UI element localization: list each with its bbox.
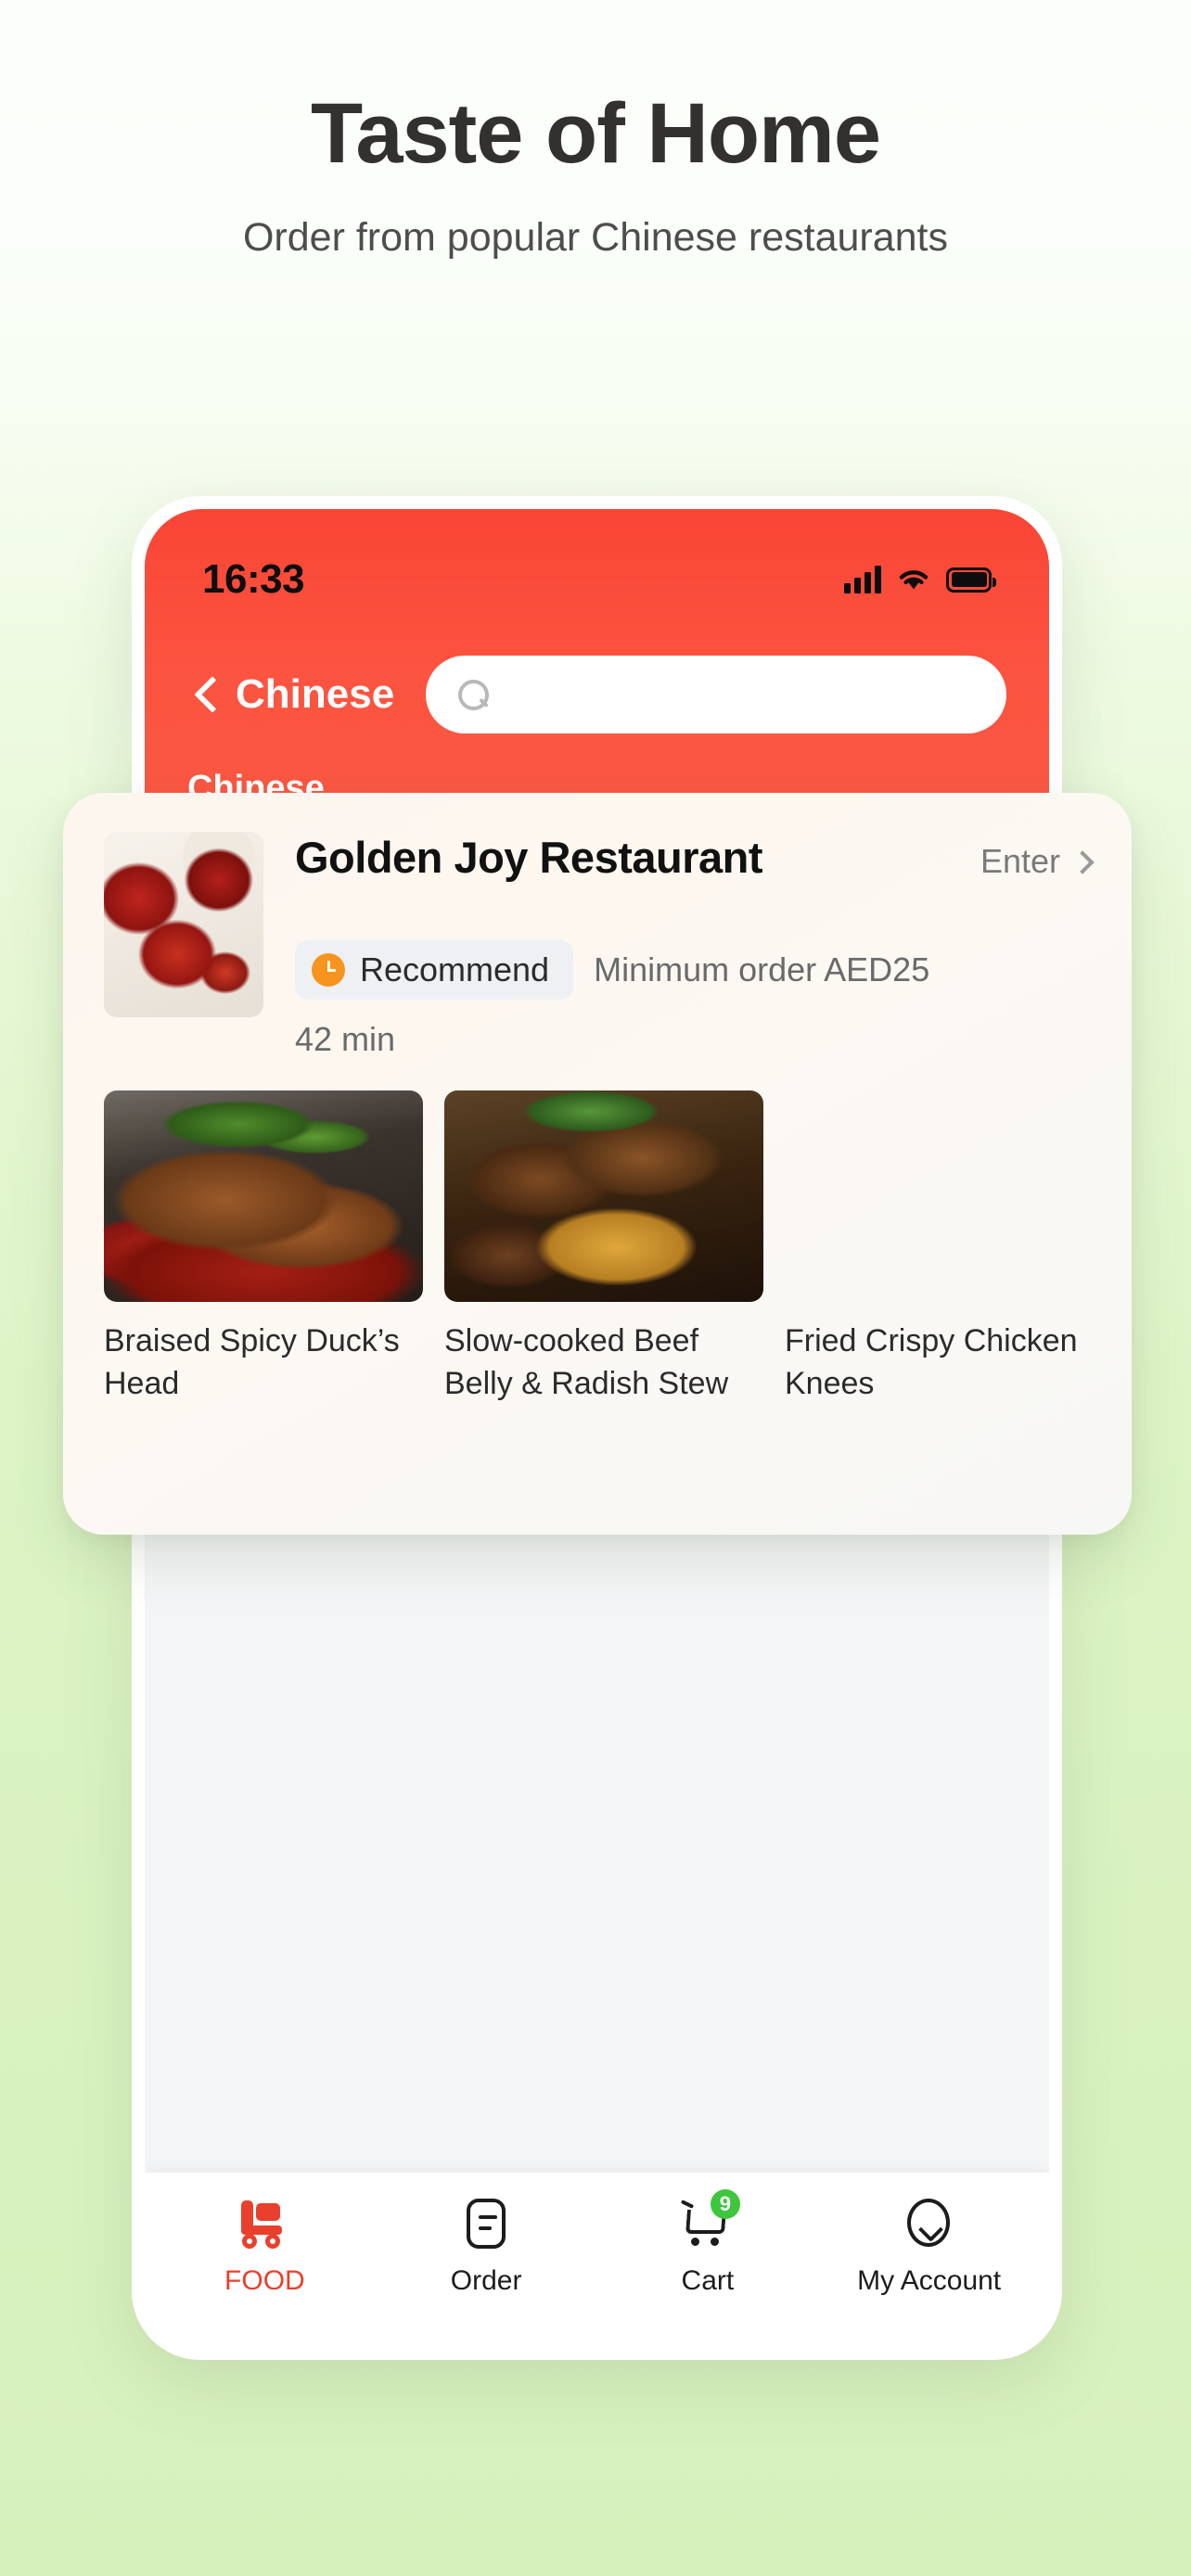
preview-minimum-order: Minimum order AED25 — [594, 950, 930, 988]
hero-section: Taste of Home Order from popular Chinese… — [0, 0, 1191, 261]
preview-title-row: Golden Joy Restaurant Enter — [295, 832, 1091, 883]
preview-duration: 42 min — [295, 1020, 396, 1058]
tab-order[interactable]: Order — [376, 2173, 597, 2319]
preview-header: Golden Joy Restaurant Enter Recommend Mi… — [104, 832, 1091, 1059]
page-title: Taste of Home — [310, 86, 881, 181]
enter-button[interactable]: Enter — [980, 842, 1091, 881]
page-subtitle: Order from popular Chinese restaurants — [242, 215, 949, 261]
preview-thumbnail — [104, 832, 263, 1017]
tab-cart[interactable]: 9 Cart — [597, 2173, 819, 2319]
tab-food-label: FOOD — [224, 2265, 305, 2296]
recommend-badge: Recommend — [295, 940, 574, 1000]
enter-button-label: Enter — [980, 842, 1060, 880]
chevron-right-icon — [1072, 852, 1091, 871]
dish-item[interactable]: Braised Spicy Duck’s Head — [104, 1090, 423, 1406]
status-icons — [844, 566, 996, 593]
clock-icon — [312, 953, 345, 987]
dish-list: Braised Spicy Duck’s Head Slow-cooked Be… — [104, 1090, 1091, 1406]
tab-cart-label: Cart — [681, 2265, 735, 2296]
shopping-cart-icon: 9 — [679, 2189, 740, 2252]
cellular-signal-icon — [844, 566, 881, 593]
preview-details: Golden Joy Restaurant Enter Recommend Mi… — [295, 832, 1091, 1059]
dish-name: Fried Crispy Chicken Knees — [785, 1323, 1078, 1401]
account-circle-icon — [901, 2195, 958, 2252]
tab-my-account[interactable]: My Account — [818, 2173, 1040, 2319]
dish-item[interactable]: Fried Crispy Chicken Knees — [785, 1090, 1104, 1406]
nav-title: Chinese — [236, 671, 395, 717]
tab-food[interactable]: FOOD — [154, 2173, 376, 2319]
restaurant-preview-card[interactable]: Golden Joy Restaurant Enter Recommend Mi… — [63, 793, 1132, 1535]
status-bar: 16:33 — [145, 552, 1049, 607]
wifi-icon — [899, 570, 928, 590]
status-time: 16:33 — [202, 556, 305, 602]
bottom-tab-bar: FOOD Order 9 Cart My Account — [145, 2173, 1049, 2347]
battery-full-icon — [946, 567, 996, 593]
dish-image — [104, 1090, 423, 1302]
recommend-badge-label: Recommend — [360, 950, 550, 988]
dish-name: Braised Spicy Duck’s Head — [104, 1323, 400, 1401]
search-input[interactable] — [506, 677, 975, 712]
search-icon — [457, 679, 490, 710]
tab-my-account-label: My Account — [857, 2265, 1002, 2296]
preview-restaurant-name: Golden Joy Restaurant — [295, 833, 763, 882]
dish-image — [785, 1090, 1104, 1302]
receipt-icon — [457, 2195, 515, 2252]
nav-row: Chinese — [145, 648, 1049, 741]
scooter-delivery-icon — [236, 2195, 293, 2252]
preview-badges: Recommend Minimum order AED25 — [295, 940, 1091, 1000]
dish-image — [444, 1090, 763, 1302]
back-chevron-icon[interactable] — [187, 676, 224, 713]
cart-count-badge: 9 — [710, 2189, 740, 2219]
dish-name: Slow-cooked Beef Belly & Radish Stew — [444, 1323, 729, 1401]
search-box[interactable] — [426, 656, 1006, 733]
tab-order-label: Order — [450, 2265, 522, 2296]
dish-item[interactable]: Slow-cooked Beef Belly & Radish Stew — [444, 1090, 763, 1406]
